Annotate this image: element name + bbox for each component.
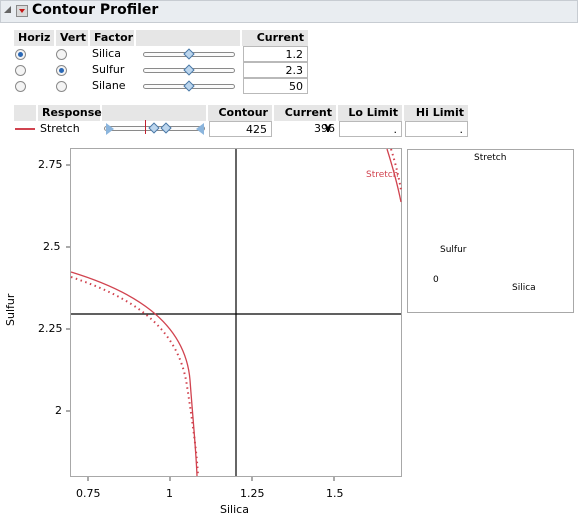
x-tick-label: 1.25 bbox=[240, 487, 265, 500]
x-tick-label: 0.75 bbox=[76, 487, 101, 500]
x-axis-label: Silica bbox=[220, 503, 249, 516]
contour-curve-label: Stretch bbox=[366, 170, 399, 180]
x-tick-label: 1.5 bbox=[326, 487, 344, 500]
surface-axis-sulfur: Sulfur bbox=[440, 245, 467, 255]
y-tick-label: 2.5 bbox=[43, 240, 61, 253]
surface-plot-frame[interactable] bbox=[407, 149, 574, 313]
surface-axis-zero: 0 bbox=[433, 275, 439, 285]
y-tick-label: 2.25 bbox=[38, 322, 63, 335]
y-axis-label: Sulfur bbox=[4, 293, 17, 326]
y-tick-label: 2 bbox=[55, 404, 62, 417]
x-tick-label: 1 bbox=[166, 487, 173, 500]
surface-axis-silica: Silica bbox=[512, 283, 536, 293]
surface-plot-title: Stretch bbox=[474, 153, 507, 163]
y-tick-label: 2.75 bbox=[38, 158, 63, 171]
contour-curve-left bbox=[70, 271, 198, 477]
contour-curve-left-dotted bbox=[70, 276, 199, 477]
